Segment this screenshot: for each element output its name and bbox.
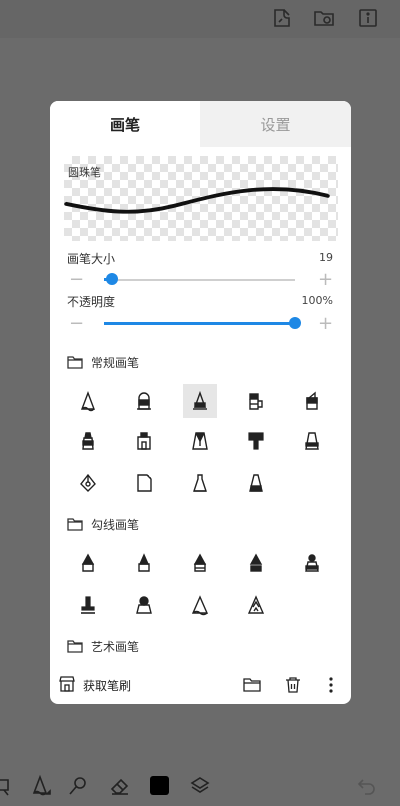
calligraphy-icon: [192, 432, 208, 450]
brush-lineart-7[interactable]: [127, 588, 161, 622]
brush-tool-icon[interactable]: [28, 774, 52, 798]
brush-lineart-4[interactable]: [239, 546, 273, 580]
opacity-slider-thumb[interactable]: [289, 317, 301, 329]
top-toolbar: [0, 0, 400, 38]
brush-lineart-5[interactable]: [295, 546, 329, 580]
brush-lineart-6[interactable]: [71, 588, 105, 622]
opacity-label: 不透明度: [67, 295, 116, 309]
brush-crayon[interactable]: [71, 424, 105, 458]
opacity-slider-fill[interactable]: [104, 322, 295, 325]
nib-pen-icon: [136, 596, 152, 614]
ballpoint-pen-icon: [193, 390, 207, 410]
section-title: 艺术画笔: [91, 639, 140, 654]
pencil-icon: [80, 391, 96, 412]
crayon-icon: [82, 432, 94, 450]
section-title: 常规画笔: [91, 355, 140, 370]
size-label: 画笔大小: [67, 252, 116, 266]
eraser-icon[interactable]: [108, 774, 132, 798]
opacity-decrease-button[interactable]: −: [69, 315, 84, 333]
opacity-value: 100%: [301, 294, 333, 307]
brush-lineart-9[interactable]: [239, 588, 273, 622]
section-title: 勾线画笔: [91, 517, 140, 532]
sketch-pen-icon: [247, 595, 265, 614]
tab-settings[interactable]: 设置: [200, 101, 351, 147]
soft-brush-icon: [249, 474, 263, 492]
size-decrease-button[interactable]: −: [69, 271, 84, 289]
more-options-icon[interactable]: [328, 676, 334, 694]
brush-marker[interactable]: [127, 384, 161, 418]
stroke-preview: [64, 187, 330, 214]
opacity-increase-button[interactable]: +: [318, 315, 333, 333]
brush-pencil[interactable]: [71, 384, 105, 418]
brush-calligraphy[interactable]: [183, 424, 217, 458]
info-icon[interactable]: [356, 6, 380, 30]
brush-airbrush[interactable]: [295, 424, 329, 458]
folder-icon: [67, 355, 83, 369]
folder-icon: [67, 517, 83, 531]
undo-icon[interactable]: [355, 774, 379, 798]
brush-lineart-8[interactable]: [183, 588, 217, 622]
section-regular-brushes[interactable]: 常规画笔: [67, 352, 139, 372]
smudge-icon[interactable]: [66, 774, 90, 798]
cone-pen-icon: [191, 595, 209, 616]
panel-tabs: 画笔 设置: [50, 101, 351, 147]
brush-lineart-1[interactable]: [71, 546, 105, 580]
brush-ink-pen[interactable]: [239, 384, 273, 418]
brush-fountain-pen[interactable]: [71, 466, 105, 500]
brush-lineart-2[interactable]: [127, 546, 161, 580]
brush-preview: 圆珠笔: [64, 156, 338, 241]
size-value: 19: [319, 251, 333, 264]
brush-soft[interactable]: [239, 466, 273, 500]
panel-footer: 获取笔刷: [50, 667, 351, 704]
stamp-pen-icon: [81, 596, 95, 614]
color-swatch-icon[interactable]: [148, 774, 172, 798]
texture-icon: [137, 474, 152, 492]
selection-icon[interactable]: [0, 774, 16, 798]
ink-pen-icon: [249, 393, 263, 410]
layers-icon[interactable]: [188, 774, 212, 798]
section-lineart-brushes[interactable]: 勾线画笔: [67, 514, 139, 534]
brush-round[interactable]: [183, 466, 217, 500]
airbrush-icon: [305, 432, 319, 450]
fountain-pen-icon: [80, 473, 96, 492]
tab-brush[interactable]: 画笔: [50, 101, 200, 147]
lineart-pen-icon: [81, 553, 95, 572]
store-icon[interactable]: [58, 675, 76, 693]
round-brush-icon: [193, 474, 207, 492]
brush-chisel-marker[interactable]: [295, 384, 329, 418]
brush-stamp[interactable]: [127, 424, 161, 458]
stamp-icon: [137, 432, 151, 450]
get-brushes-button[interactable]: 获取笔刷: [83, 677, 131, 694]
brush-lineart-3[interactable]: [183, 546, 217, 580]
lineart-pen-icon: [249, 553, 263, 572]
trash-icon[interactable]: [285, 676, 301, 694]
chisel-marker-icon: [306, 391, 318, 410]
brush-flat-brush[interactable]: [239, 424, 273, 458]
folder-icon: [67, 639, 83, 653]
flat-brush-icon: [248, 432, 264, 450]
size-slider-track[interactable]: [104, 279, 295, 281]
brush-texture[interactable]: [127, 466, 161, 500]
size-slider-thumb[interactable]: [106, 273, 118, 285]
marker-icon: [137, 392, 151, 410]
gallery-icon[interactable]: [312, 6, 336, 30]
size-increase-button[interactable]: +: [318, 271, 333, 289]
lineart-pen-icon: [305, 554, 319, 572]
brush-library-icon[interactable]: [270, 6, 294, 30]
lineart-pen-icon: [138, 553, 150, 572]
bottom-toolbar: [0, 766, 400, 806]
folder-icon[interactable]: [243, 677, 261, 693]
section-art-brushes[interactable]: 艺术画笔: [67, 636, 139, 656]
redo-icon[interactable]: [392, 774, 400, 798]
lineart-pen-icon: [193, 553, 207, 572]
brush-panel: 画笔 设置 圆珠笔 画笔大小 19 − + 不透明度 100% − + 常规画笔: [50, 101, 351, 704]
brush-ballpoint-pen[interactable]: [183, 384, 217, 418]
